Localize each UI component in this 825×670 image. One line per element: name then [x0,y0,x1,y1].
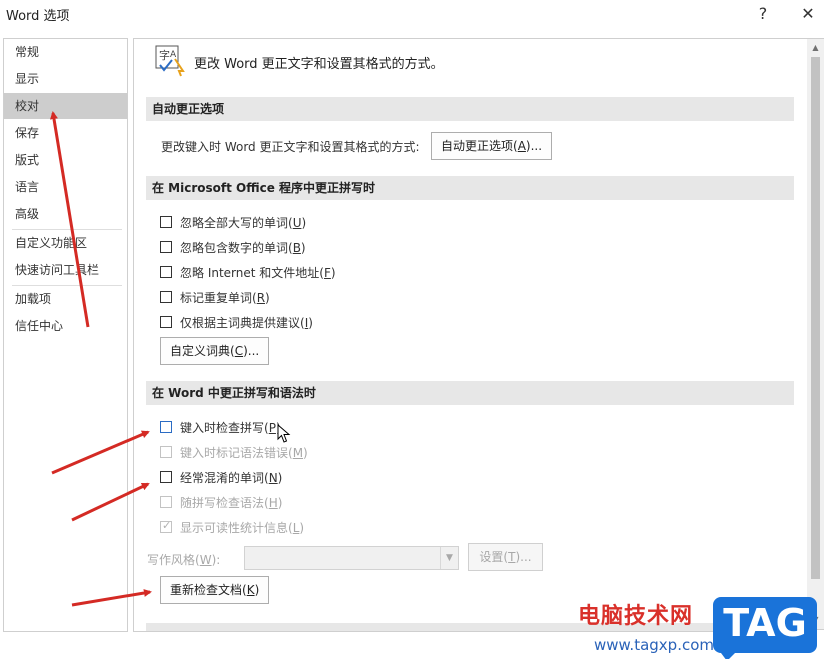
autocorrect-row-label: 更改键入时 Word 更正文字和设置其格式的方式: [161,140,420,154]
watermark-url: www.tagxp.com [594,636,714,654]
mouse-cursor-icon [277,424,291,443]
writing-style-settings-button: 设置(T)... [468,543,543,571]
checkbox-box[interactable] [160,241,172,253]
watermark-site-name: 电脑技术网 [578,604,694,629]
svg-text:字: 字 [159,48,170,62]
content-scrollbar[interactable]: ▲ ▼ [807,38,824,630]
close-button[interactable]: ✕ [794,1,822,29]
section-office-spelling: 在 Microsoft Office 程序中更正拼写时 [146,176,794,200]
svg-text:A: A [170,50,177,60]
sidebar-item-proofing[interactable]: 校对 [4,93,127,119]
chevron-down-icon: ▼ [440,547,458,569]
sidebar-item-save[interactable]: 保存 [4,120,127,146]
checkbox-box[interactable] [160,316,172,328]
custom-dictionaries-button[interactable]: 自定义词典(C)... [160,337,270,365]
sidebar-item-trust-center[interactable]: 信任中心 [4,313,127,339]
sidebar-item-quick-access-toolbar[interactable]: 快速访问工具栏 [4,257,127,283]
proofing-abc-check-icon: 字 A [155,45,185,77]
checkbox-box[interactable] [160,421,172,433]
sidebar-item-advanced[interactable]: 高级 [4,201,127,227]
sidebar-item-layout[interactable]: 版式 [4,147,127,173]
checkbox-box[interactable] [160,266,172,278]
sidebar-item-language[interactable]: 语言 [4,174,127,200]
checkbox-box[interactable] [160,216,172,228]
watermark-tag-logo: TAG [711,595,819,661]
writing-style-select: ▼ [244,546,459,570]
section-autocorrect: 自动更正选项 [146,97,794,121]
window-title: Word 选项 [6,9,70,24]
sidebar-item-general[interactable]: 常规 [4,39,127,65]
title-bar: Word 选项 ? ✕ [0,0,825,32]
checkbox-box[interactable] [160,471,172,483]
checkbox-box[interactable] [160,291,172,303]
help-button[interactable]: ? [749,1,777,29]
autocorrect-options-button[interactable]: 自动更正选项(A)... [431,132,553,160]
checkbox-box [160,519,172,533]
proofing-options-panel: 字 A 更改 Word 更正文字和设置其格式的方式。 自动更正选项 更改键入时 … [133,38,809,632]
recheck-document-button[interactable]: 重新检查文档(K) [160,576,270,604]
sidebar-item-display[interactable]: 显示 [4,66,127,92]
section-word-spelling-grammar: 在 Word 中更正拼写和语法时 [146,381,794,405]
panel-header: 更改 Word 更正文字和设置其格式的方式。 [194,57,444,72]
options-sidebar: 常规 显示 校对 保存 版式 语言 高级 自定义功能区 快速访问工具栏 加载项 … [3,38,128,632]
checkbox-box [160,446,172,458]
checkbox-box [160,496,172,508]
sidebar-item-add-ins[interactable]: 加载项 [4,286,127,312]
scroll-thumb[interactable] [811,57,820,579]
sidebar-item-customize-ribbon[interactable]: 自定义功能区 [4,230,127,256]
scroll-up-icon[interactable]: ▲ [807,39,824,56]
writing-style-label: 写作风格(W): [147,553,221,567]
section-next-partial [146,623,794,631]
